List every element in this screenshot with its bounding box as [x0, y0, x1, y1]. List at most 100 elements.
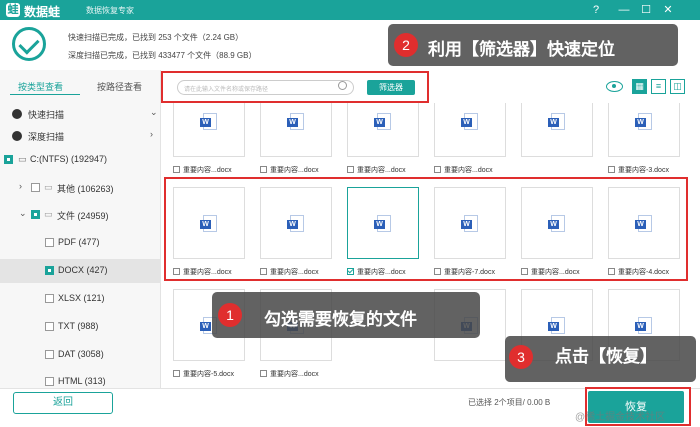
tab-by-type[interactable]: 按类型查看 — [18, 80, 63, 93]
file-name-text: 重要内容...docx — [270, 371, 319, 378]
tab-by-path[interactable]: 按路径查看 — [97, 80, 142, 93]
app-window: 蛙 数据蛙 数据恢复专家 ? — ☐ ✕ 快速扫描已完成，已找到 253 个文件… — [0, 0, 700, 427]
highlight-box-files — [164, 177, 688, 281]
app-subtitle: 数据恢复专家 — [86, 6, 134, 15]
step-number: 3 — [509, 345, 533, 369]
tree-item-docx[interactable]: DOCX (427) — [0, 259, 161, 283]
quick-scan-status: 快速扫描已完成，已找到 253 个文件（2.24 GB） — [68, 33, 244, 42]
folder-icon: ▭ — [44, 182, 53, 192]
callout-recover-tip: 3 点击【恢复】 — [505, 336, 696, 382]
file-name[interactable]: 重要内容...docx — [347, 165, 406, 175]
highlight-box-filter — [161, 71, 429, 103]
word-doc-icon — [548, 317, 565, 334]
watermark: @稀土掘金技术社区 — [575, 412, 666, 423]
file-name-text: 重要内容...docx — [270, 167, 319, 174]
file-name[interactable]: 重要内容...docx — [260, 369, 319, 379]
word-doc-icon — [287, 113, 304, 130]
active-tab-underline — [10, 94, 80, 95]
file-card[interactable] — [173, 103, 245, 157]
tree-item-pdf[interactable]: PDF (477) — [0, 231, 161, 255]
partial-checkbox[interactable] — [4, 155, 13, 164]
step-number: 2 — [394, 33, 418, 57]
deep-scan-status: 深度扫描已完成，已找到 433477 个文件（88.9 GB） — [68, 51, 257, 60]
checkbox[interactable] — [173, 166, 180, 173]
checkbox[interactable] — [608, 166, 615, 173]
callout-text: 利用【筛选器】快速定位 — [428, 40, 615, 59]
tree-item-quick-scan[interactable]: 快速扫描 ⌄ — [0, 102, 161, 126]
file-card[interactable] — [521, 103, 593, 157]
file-name-text: 重要内容...docx — [183, 167, 232, 174]
left-panel: 按类型查看 按路径查看 快速扫描 ⌄ 深度扫描 › ▭ C:(NTFS) (19… — [0, 70, 161, 388]
tree-label: PDF (477) — [58, 237, 100, 247]
tree-item-txt[interactable]: TXT (988) — [0, 315, 161, 339]
tree-label: 文件 (24959) — [57, 211, 109, 221]
file-card[interactable] — [347, 103, 419, 157]
grid-view-icon[interactable]: ▦ — [632, 79, 647, 94]
chevron-down-icon[interactable]: ⌄ — [19, 208, 27, 219]
chevron-down-icon[interactable]: ⌄ — [150, 107, 158, 118]
tree-label: TXT (988) — [58, 321, 99, 331]
eye-icon[interactable] — [606, 81, 623, 92]
title-bar: 蛙 数据蛙 数据恢复专家 ? — ☐ ✕ — [0, 0, 700, 20]
file-name[interactable]: 重要内容...docx — [260, 165, 319, 175]
tree-item-drive-c[interactable]: ▭ C:(NTFS) (192947) — [0, 148, 161, 172]
checkbox[interactable] — [45, 294, 54, 303]
tree-label: 其他 (106263) — [57, 184, 114, 194]
back-button[interactable]: 返回 — [13, 392, 113, 414]
tree-label: DOCX (427) — [58, 265, 108, 275]
tree-label: C:(NTFS) (192947) — [30, 154, 108, 164]
chevron-right-icon[interactable]: › — [19, 181, 22, 191]
checkbox[interactable] — [347, 166, 354, 173]
file-name-text: 重要内容...docx — [357, 167, 406, 174]
folder-icon: ▭ — [44, 209, 53, 219]
detail-view-icon[interactable]: ◫ — [670, 79, 685, 94]
close-icon[interactable]: ✕ — [660, 2, 676, 18]
checkbox[interactable] — [45, 322, 54, 331]
tree-label: DAT (3058) — [58, 349, 104, 359]
word-doc-icon — [548, 113, 565, 130]
file-name-text: 重要内容-5.docx — [183, 371, 234, 378]
checkbox[interactable] — [173, 370, 180, 377]
tree-item-deep-scan[interactable]: 深度扫描 › — [0, 124, 161, 148]
tree-item-file[interactable]: ⌄ ▭ 文件 (24959) — [0, 203, 161, 227]
tree-label: 深度扫描 — [28, 132, 65, 142]
app-name: 数据蛙 — [24, 5, 61, 19]
tree-item-html[interactable]: HTML (313) — [0, 370, 161, 388]
drive-icon: ▭ — [18, 154, 27, 164]
scan-complete-check-icon — [12, 27, 46, 61]
word-doc-icon — [635, 113, 652, 130]
file-card[interactable] — [260, 103, 332, 157]
selection-status: 已选择 2个项目/ 0.00 B — [468, 398, 551, 407]
checkbox[interactable] — [434, 166, 441, 173]
callout-filter-tip: 2 利用【筛选器】快速定位 — [388, 24, 678, 66]
partial-checkbox[interactable] — [31, 210, 40, 219]
file-card[interactable] — [434, 103, 506, 157]
tree-item-dat[interactable]: DAT (3058) — [0, 343, 161, 367]
checkbox[interactable] — [260, 166, 267, 173]
file-name[interactable]: 重要内容-3.docx — [608, 165, 669, 175]
maximize-icon[interactable]: ☐ — [638, 2, 654, 18]
checkbox[interactable] — [45, 350, 54, 359]
file-name-text: 重要内容-3.docx — [618, 167, 669, 174]
file-name[interactable]: 重要内容-5.docx — [173, 369, 234, 379]
app-logo-icon: 蛙 — [6, 3, 20, 17]
chevron-right-icon[interactable]: › — [150, 129, 153, 139]
tree-item-xlsx[interactable]: XLSX (121) — [0, 287, 161, 311]
file-name[interactable]: 重要内容...docx — [173, 165, 232, 175]
radio-checked-icon — [12, 109, 22, 119]
partial-checkbox[interactable] — [45, 266, 54, 275]
tree-label: HTML (313) — [58, 376, 106, 386]
callout-text: 点击【恢复】 — [555, 347, 657, 366]
file-name-text: 重要内容...docx — [444, 167, 493, 174]
checkbox[interactable] — [260, 370, 267, 377]
minimize-icon[interactable]: — — [616, 2, 632, 18]
checkbox[interactable] — [31, 183, 40, 192]
word-doc-icon — [635, 317, 652, 334]
checkbox[interactable] — [45, 238, 54, 247]
help-icon[interactable]: ? — [588, 2, 604, 18]
checkbox[interactable] — [45, 377, 54, 386]
tree-item-other[interactable]: › ▭ 其他 (106263) — [0, 176, 161, 200]
list-view-icon[interactable]: ≡ — [651, 79, 666, 94]
file-card[interactable] — [608, 103, 680, 157]
file-name[interactable]: 重要内容...docx — [434, 165, 493, 175]
